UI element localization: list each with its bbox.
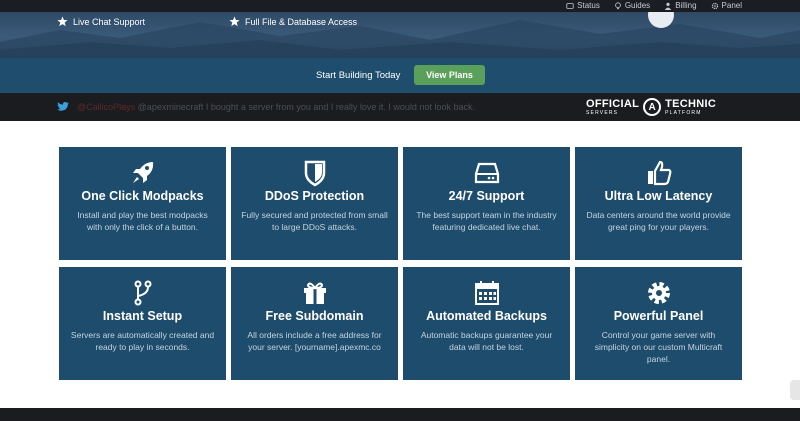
gift-icon <box>303 282 326 304</box>
server-drive-icon <box>474 162 499 184</box>
feature-desc: Install and play the best modpacks with … <box>77 210 208 232</box>
gear-icon <box>711 2 718 10</box>
feature-desc: Control your game server with simplicity… <box>594 330 723 364</box>
nav-status-link[interactable]: Status <box>566 0 600 12</box>
cta-text: Start Building Today <box>316 70 401 81</box>
feature-title: Free Subdomain <box>265 309 364 323</box>
feature-card-latency: Ultra Low Latency Data centers around th… <box>575 147 742 260</box>
nav-guides-link[interactable]: Guides <box>614 0 650 12</box>
top-nav-links: Status Guides Billing Panel <box>566 0 742 12</box>
brand-word1-sub: SERVERS <box>586 109 619 116</box>
feature-live-chat: Live Chat Support <box>57 16 145 27</box>
feature-desc: Automatic backups guarantee your data wi… <box>420 330 553 352</box>
brand-badge-icon: A <box>643 98 662 116</box>
feature-title: Powerful Panel <box>613 309 704 323</box>
feature-card-backups: Automated Backups Automatic backups guar… <box>403 267 570 380</box>
calendar-icon <box>474 281 499 305</box>
nav-status-label: Status <box>577 1 600 10</box>
feature-file-access: Full File & Database Access <box>229 16 357 27</box>
feature-title: One Click Modpacks <box>81 189 204 203</box>
footer-bar <box>0 408 800 421</box>
tweet-body: @apexminecraft I bought a server from yo… <box>137 102 475 112</box>
feature-desc: All orders include a free address for yo… <box>247 330 382 352</box>
feature-desc: Servers are automatically created and re… <box>70 330 215 352</box>
brand-word2: TECHNIC <box>665 97 717 110</box>
nav-billing-link[interactable]: Billing <box>664 0 697 12</box>
feature-desc: Fully secured and protected from small t… <box>241 210 388 232</box>
nav-billing-label: Billing <box>675 1 697 10</box>
star-icon <box>229 16 240 27</box>
cta-bar: Start Building Today View Plans <box>0 58 800 93</box>
feature-card-panel: Powerful Panel Control your game server … <box>575 267 742 380</box>
view-plans-button[interactable]: View Plans <box>414 65 485 85</box>
branch-icon <box>134 280 151 306</box>
thumbs-up-icon <box>647 160 671 186</box>
rocket-icon <box>132 162 153 183</box>
feature-desc: Data centers around the world provide gr… <box>586 210 731 232</box>
feature-title: Instant Setup <box>102 309 183 323</box>
scroll-indicator[interactable] <box>790 380 800 400</box>
feature-card-subdomain: Free Subdomain All orders include a free… <box>231 267 398 380</box>
feature-card-setup: Instant Setup Servers are automatically … <box>59 267 226 380</box>
feature-title: Automated Backups <box>426 309 547 323</box>
tweet-handle[interactable]: @CallicoPlays <box>77 102 135 112</box>
technic-platform-logo[interactable]: OFFICIAL SERVERS A TECHNIC PLATFORM <box>586 97 716 117</box>
nav-panel-label: Panel <box>721 1 742 10</box>
nav-panel-link[interactable]: Panel <box>711 0 742 12</box>
top-navigation: Status Guides Billing Panel <box>0 0 800 12</box>
shield-icon <box>304 160 325 187</box>
feature-title: Ultra Low Latency <box>604 189 713 203</box>
tweet-bar: @CallicoPlays @apexminecraft I bought a … <box>0 93 800 121</box>
feature-title: 24/7 Support <box>448 189 525 203</box>
gear-icon <box>647 282 670 304</box>
feature-file-access-label: Full File & Database Access <box>245 16 358 27</box>
feature-card-modpacks: One Click Modpacks Install and play the … <box>59 147 226 260</box>
feature-title: DDoS Protection <box>264 189 365 203</box>
nav-guides-label: Guides <box>624 1 651 10</box>
user-icon <box>664 2 672 10</box>
brand-word1: OFFICIAL <box>586 97 640 110</box>
star-icon <box>57 16 68 27</box>
tweet-text: @CallicoPlays @apexminecraft I bought a … <box>77 102 475 112</box>
twitter-icon <box>57 102 69 111</box>
brand-word2-sub: PLATFORM <box>665 109 702 116</box>
feature-live-chat-label: Live Chat Support <box>73 16 146 27</box>
lightbulb-icon <box>615 2 621 10</box>
hero-banner: Live Chat Support Full File & Database A… <box>0 12 800 58</box>
brand-official: OFFICIAL SERVERS <box>586 97 640 116</box>
feature-desc: The best support team in the industry fe… <box>416 210 557 232</box>
brand-technic: TECHNIC PLATFORM <box>665 97 717 116</box>
feature-card-ddos: DDoS Protection Fully secured and protec… <box>231 147 398 260</box>
status-icon <box>566 3 574 9</box>
feature-card-support: 24/7 Support The best support team in th… <box>403 147 570 260</box>
